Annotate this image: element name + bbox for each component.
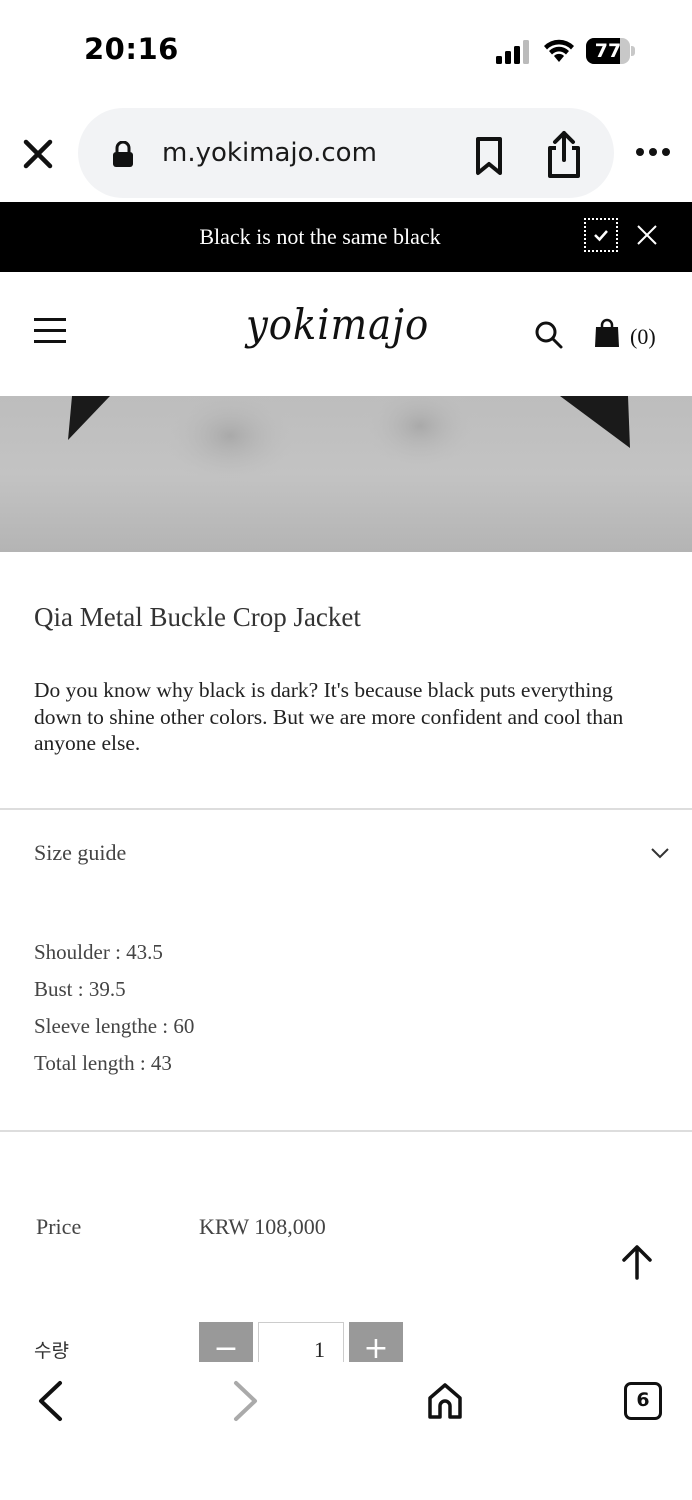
status-time: 20:16 [84,32,179,66]
size-item: Sleeve lengthe : 60 [34,1014,195,1038]
quantity-input[interactable]: 1 [258,1322,344,1362]
wifi-icon [544,39,574,62]
search-icon[interactable] [534,320,564,350]
product-photo [68,396,630,486]
product-description: Do you know why black is dark? It's beca… [34,678,624,755]
quantity-label: 수량 [34,1340,69,1362]
size-item: Shoulder : 43.5 [34,940,163,964]
size-guide-list: Shoulder : 43.5 Bust : 39.5 Sleeve lengt… [34,934,194,1082]
tabs-count: 6 [636,1389,650,1411]
chevron-down-icon [651,848,669,859]
price-value: KRW 108,000 [199,1214,326,1239]
bookmark-icon[interactable] [472,136,506,176]
dont-show-checkbox[interactable] [584,218,618,252]
size-guide-toggle[interactable]: Size guide [0,810,692,896]
size-item: Bust : 39.5 [34,977,126,1001]
close-icon[interactable] [20,136,56,172]
back-icon[interactable] [36,1380,64,1422]
size-guide-label: Size guide [34,840,127,865]
announcement-text: Black is not the same black [199,224,441,249]
signal-icon [496,40,529,64]
cart-button[interactable]: (0) [594,316,664,352]
browser-bottom-toolbar: 6 [0,1362,692,1500]
home-icon[interactable] [426,1382,464,1420]
more-icon[interactable] [634,140,674,164]
quantity-decrease-button[interactable]: − [199,1322,253,1366]
site-header: yokimajo (0) [0,272,692,396]
share-icon[interactable] [544,130,584,180]
close-announcement-icon[interactable] [636,224,658,246]
hamburger-menu-icon[interactable] [34,318,66,346]
battery-icon: 77 [586,38,636,64]
size-item: Total length : 43 [34,1051,172,1075]
url-field[interactable]: m.yokimajo.com [78,108,614,198]
product-title: Qia Metal Buckle Crop Jacket [34,602,361,632]
arrow-up-icon[interactable] [620,1244,654,1280]
lock-icon [113,141,133,167]
cart-count: (0) [630,324,656,349]
browser-address-bar: m.yokimajo.com [0,100,692,202]
product-image [0,396,692,552]
divider [0,1130,692,1132]
site-logo[interactable]: yokimajo [246,300,429,349]
price-label: Price [36,1214,82,1239]
quantity-increase-button[interactable]: + [349,1322,403,1366]
tabs-icon[interactable]: 6 [624,1382,662,1420]
status-bar: 20:16 77 [0,0,692,100]
battery-percent: 77 [594,40,622,62]
url-text: m.yokimajo.com [162,138,377,168]
shopping-bag-icon [595,318,619,347]
forward-icon [234,1381,257,1421]
